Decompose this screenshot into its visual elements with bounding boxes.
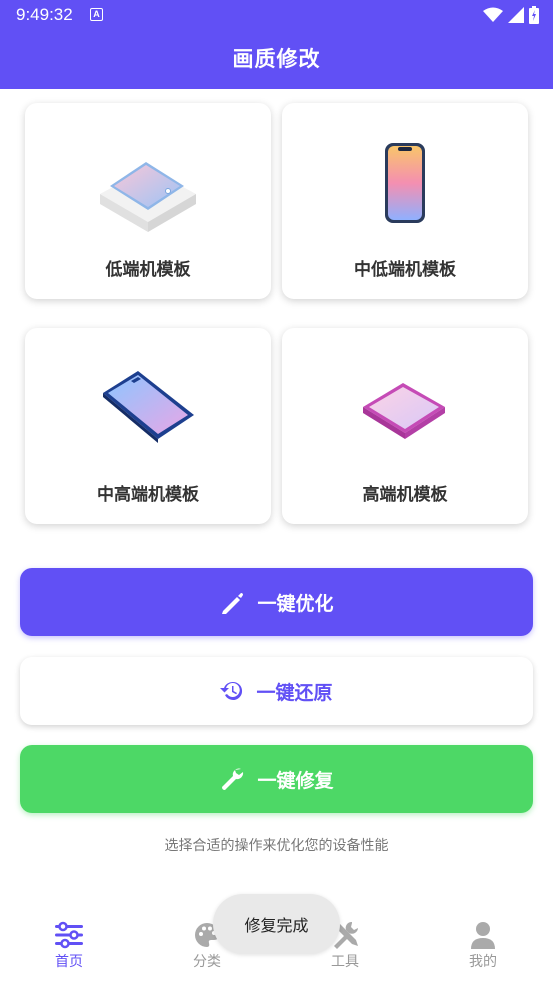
history-icon xyxy=(220,681,243,700)
phone-pink-icon xyxy=(282,348,528,468)
repair-label: 一键修复 xyxy=(257,769,334,792)
restore-label: 一键还原 xyxy=(256,681,333,704)
optimize-button[interactable]: 一键优化 xyxy=(20,568,533,636)
repair-button[interactable]: 一键修复 xyxy=(20,745,533,813)
phone-tilted-icon xyxy=(25,348,271,468)
status-time: 9:49:32 xyxy=(16,5,73,24)
wrench-icon xyxy=(222,768,244,790)
app-bar: 画质修改 xyxy=(0,32,553,89)
phone-upright-icon xyxy=(282,123,528,243)
system-icons xyxy=(483,6,539,24)
sliders-icon xyxy=(19,919,119,951)
template-label: 中高端机模板 xyxy=(97,485,199,505)
template-card-mid-high[interactable]: 中高端机模板 xyxy=(25,328,271,524)
nav-item-home[interactable]: 首页 xyxy=(19,919,119,971)
restore-button[interactable]: 一键还原 xyxy=(20,657,533,725)
person-icon xyxy=(433,919,533,951)
status-bar: 9:49:32 A xyxy=(0,0,553,32)
page-title: 画质修改 xyxy=(232,47,321,71)
hint-text: 选择合适的操作来优化您的设备性能 xyxy=(164,838,389,854)
template-label: 中低端机模板 xyxy=(354,260,456,280)
nav-item-mine[interactable]: 我的 xyxy=(433,919,533,971)
optimize-label: 一键优化 xyxy=(257,592,334,615)
template-label: 高端机模板 xyxy=(362,485,448,505)
main-content: 低端机模板 中低端机模板 中高端机模板 高端机模板 一键优化 一键还原 一键修复… xyxy=(0,89,553,899)
template-card-high-end[interactable]: 高端机模板 xyxy=(282,328,528,524)
template-card-low-end[interactable]: 低端机模板 xyxy=(25,103,271,299)
nav-label: 分类 xyxy=(193,954,221,970)
brush-icon xyxy=(222,593,244,614)
wifi-icon xyxy=(483,7,503,22)
template-card-mid-low[interactable]: 中低端机模板 xyxy=(282,103,528,299)
template-label: 低端机模板 xyxy=(105,260,191,280)
toast-message: 修复完成 xyxy=(213,894,340,954)
notification-icon: A xyxy=(90,8,103,21)
battery-icon xyxy=(529,6,539,24)
tablet-flat-icon xyxy=(25,123,271,243)
nav-label: 我的 xyxy=(469,954,497,970)
nav-label: 首页 xyxy=(55,954,83,970)
signal-icon xyxy=(508,7,524,23)
nav-label: 工具 xyxy=(331,954,359,970)
